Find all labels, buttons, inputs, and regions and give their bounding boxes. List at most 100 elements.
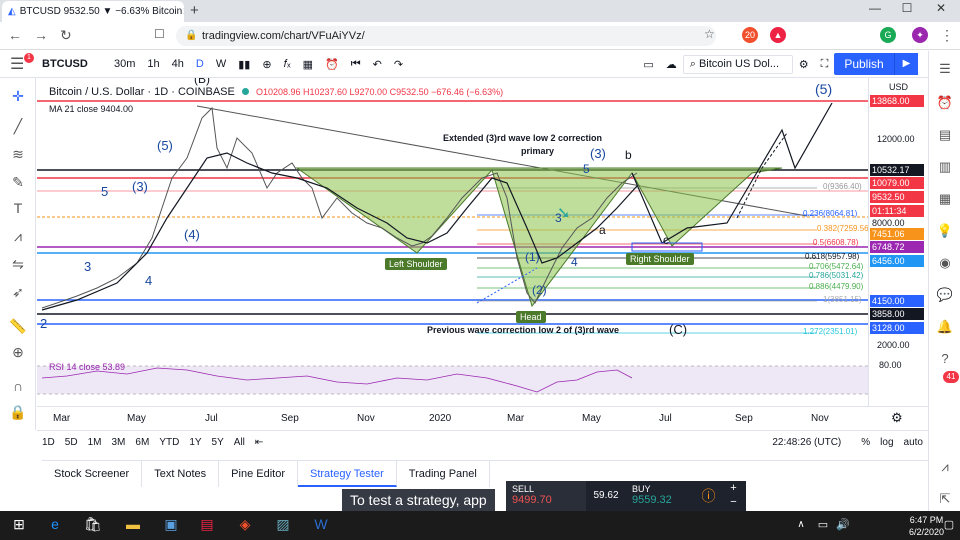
reload-icon[interactable]: ↻ (60, 27, 72, 44)
time-axis[interactable]: Mar May Jul Sep Nov 2020 Mar May Jul Sep… (37, 406, 928, 430)
watchlist-icon[interactable]: ☰ (936, 61, 954, 77)
interval-4h[interactable]: 4h (166, 58, 190, 70)
interval-d[interactable]: D (190, 58, 210, 70)
interval-1h[interactable]: 1h (141, 58, 165, 70)
percent-toggle[interactable]: % (856, 437, 875, 448)
trend-line-icon[interactable]: ╱ (9, 118, 27, 135)
help-icon[interactable]: ? (936, 351, 954, 366)
tab-pine-editor[interactable]: Pine Editor (219, 460, 298, 487)
office-icon[interactable]: ▤ (196, 516, 218, 533)
range-all[interactable]: All (229, 437, 250, 448)
range-3m[interactable]: 3M (107, 437, 131, 448)
quantity-stepper[interactable]: + − (721, 481, 746, 511)
data-window-icon[interactable]: ▤ (936, 127, 954, 143)
interval-30m[interactable]: 30m (108, 58, 141, 70)
chart-type-icon[interactable]: ▮▮ (232, 58, 256, 71)
undo-icon[interactable]: ↶ (367, 58, 388, 71)
brave-extension-icon[interactable]: 20 (742, 27, 758, 43)
start-icon[interactable]: ⊞ (8, 516, 30, 533)
layout-icon[interactable]: ▭ (637, 58, 659, 71)
replay-icon[interactable]: ⏮ (345, 58, 367, 71)
edge-icon[interactable]: e (44, 516, 66, 532)
profile-avatar[interactable]: ✦ (912, 27, 928, 43)
maximize-button[interactable]: ☐ (892, 1, 922, 15)
trend-icon[interactable]: ⩘ (936, 459, 954, 475)
tab-stock-screener[interactable]: Stock Screener (42, 460, 143, 487)
info-icon[interactable]: ⓘ (696, 481, 721, 511)
hamburger-menu-icon[interactable]: ☰ (10, 54, 24, 74)
indicators-icon[interactable]: 𝑓ₓ (278, 58, 297, 71)
fib-tool-icon[interactable]: ≋ (9, 146, 27, 163)
back-icon[interactable]: ← (8, 27, 22, 43)
compare-icon[interactable]: ⊕ (256, 58, 277, 71)
tray-chevron-icon[interactable]: ∧ (790, 519, 812, 530)
ruler-icon[interactable]: 📏 (9, 318, 27, 335)
brush-icon[interactable]: ✎ (9, 174, 27, 191)
sell-button[interactable]: SELL 9499.70 (506, 481, 586, 511)
alerts-icon[interactable]: ⏰ (936, 95, 954, 111)
goto-date-icon[interactable]: ⇤ (250, 437, 268, 448)
streams-icon[interactable]: ◉ (936, 255, 954, 271)
alert-icon[interactable]: ⏰ (319, 58, 345, 71)
auto-toggle[interactable]: auto (899, 437, 928, 448)
tab-text-notes[interactable]: Text Notes (142, 460, 220, 487)
price-chart[interactable]: ➘ Bitcoin / U.S. Dollar · 1D · COINBASE … (37, 78, 892, 352)
templates-icon[interactable]: ▦ (297, 58, 319, 71)
range-ytd[interactable]: YTD (154, 437, 184, 448)
brave-browser-icon[interactable]: ◈ (234, 516, 256, 533)
range-6m[interactable]: 6M (130, 437, 154, 448)
magnet-icon[interactable]: ∩ (9, 378, 27, 394)
buy-button[interactable]: BUY 9559.32 (626, 481, 696, 511)
window-icon[interactable]: ▣ (160, 516, 182, 533)
tab-trading-panel[interactable]: Trading Panel (397, 460, 490, 487)
publish-button[interactable]: Publish (834, 53, 894, 75)
tab-strategy-tester[interactable]: Strategy Tester (297, 460, 397, 487)
fullscreen-icon[interactable]: ⛶ (815, 58, 835, 71)
browser-tab[interactable]: ◭ BTCUSD 9532.50 ▼ −6.63% Bitcoin ✕ (2, 1, 184, 22)
network-icon[interactable]: ▭ (812, 518, 834, 531)
star-icon[interactable]: ☆ (704, 27, 715, 41)
minimize-button[interactable]: — (860, 1, 890, 15)
browser-menu-icon[interactable]: ⋮ (940, 27, 954, 44)
ideas-icon[interactable]: 💡 (936, 223, 954, 239)
chart-settings-gear-icon[interactable]: ⚙ (891, 410, 903, 426)
chat-icon[interactable]: 💬 (936, 287, 954, 303)
crosshair-icon[interactable]: ✛ (9, 88, 27, 105)
range-1y[interactable]: 1Y (184, 437, 206, 448)
publish-play-icon[interactable]: ▶ (894, 53, 918, 75)
redo-icon[interactable]: ↷ (388, 58, 409, 71)
action-center-icon[interactable]: ▢ (938, 518, 960, 531)
lock-drawings-icon[interactable]: 🔒 (9, 404, 27, 421)
log-toggle[interactable]: log (875, 437, 898, 448)
range-1m[interactable]: 1M (83, 437, 107, 448)
new-tab-button[interactable]: + (190, 2, 199, 19)
range-5d[interactable]: 5D (60, 437, 83, 448)
prediction-icon[interactable]: ⇋ (9, 256, 27, 273)
rsi-pane[interactable]: RSI 14 close 53.89 (37, 356, 868, 406)
close-tab-icon[interactable]: ✕ (182, 5, 184, 18)
bookmark-icon[interactable]: ☐ (154, 27, 165, 41)
volume-icon[interactable]: 🔊 (832, 518, 854, 531)
settings-gear-icon[interactable]: ⚙ (793, 58, 815, 71)
hotlist-icon[interactable]: ▥ (936, 159, 954, 175)
interval-w[interactable]: W (210, 58, 232, 70)
forward-icon[interactable]: → (34, 27, 48, 43)
close-window-button[interactable]: ✕ (926, 1, 956, 15)
alert-extension-icon[interactable]: ▲ (770, 27, 786, 43)
calendar-icon[interactable]: ▦ (936, 191, 954, 207)
store-icon[interactable]: 🛍 (82, 516, 104, 533)
symbol-search-button[interactable]: BTCUSD (36, 58, 108, 70)
range-5y[interactable]: 5Y (207, 437, 229, 448)
zoom-icon[interactable]: ⊕ (9, 344, 27, 361)
pattern-icon[interactable]: ⩘ (9, 228, 27, 245)
save-icon[interactable]: ☁ (660, 58, 683, 71)
grammarly-extension-icon[interactable]: G (880, 27, 896, 43)
price-axis[interactable]: USD 12000.00 2000.00 80.00 13868.00 1053… (868, 78, 928, 406)
utc-time[interactable]: 22:48:26 (UTC) (767, 437, 846, 448)
file-explorer-icon[interactable]: ▬ (122, 516, 144, 532)
photos-icon[interactable]: ▨ (272, 516, 294, 533)
hide-panel-icon[interactable]: ⇱ (936, 491, 954, 507)
text-tool-icon[interactable]: T (9, 200, 27, 216)
range-1d[interactable]: 1D (37, 437, 60, 448)
url-field[interactable]: 🔒 tradingview.com/chart/VFuAiYVz/ (176, 26, 716, 46)
